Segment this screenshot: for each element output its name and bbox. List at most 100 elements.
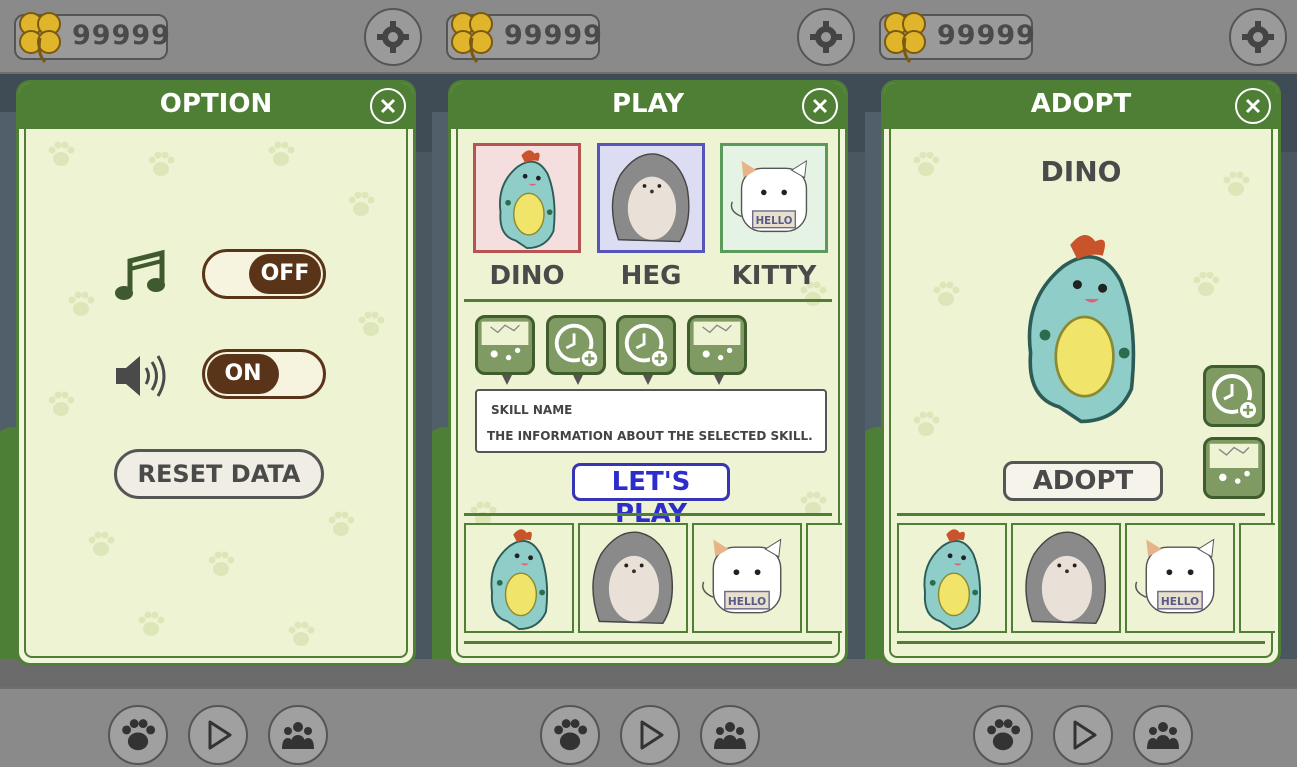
nav-play-button[interactable] <box>1053 705 1113 765</box>
settings-button[interactable] <box>797 8 855 66</box>
kitty-image: HELLO <box>730 160 808 233</box>
panel-header: OPTION <box>19 83 413 129</box>
skill-info-box: SKILL NAME THE INFORMATION ABOUT THE SEL… <box>475 389 827 453</box>
skill-slot-4[interactable] <box>687 315 747 375</box>
kitty-sign-text: HELLO <box>756 216 793 227</box>
bottom-nav <box>0 687 432 767</box>
group-icon <box>714 722 746 749</box>
clover-icon <box>884 12 926 64</box>
cracked-egg-icon <box>1209 443 1259 485</box>
paw-icon <box>148 151 175 176</box>
dino-image <box>490 528 549 631</box>
nav-pets-button[interactable] <box>108 705 168 765</box>
coin-counter: 99999 <box>446 12 602 64</box>
music-toggle-state: OFF <box>249 254 321 294</box>
skill-slot-1[interactable] <box>475 315 535 375</box>
paw-icon <box>48 391 75 416</box>
character-name-kitty: KITTY <box>731 261 817 291</box>
clover-icon <box>451 12 493 64</box>
character-name-dino: DINO <box>489 261 565 291</box>
nav-community-button[interactable] <box>268 705 328 765</box>
skill-pointer <box>714 375 724 385</box>
close-icon <box>380 98 396 114</box>
divider <box>464 513 832 516</box>
paw-icon <box>987 719 1021 751</box>
nav-play-button[interactable] <box>188 705 248 765</box>
paw-icon <box>358 311 385 336</box>
dino-image <box>1027 233 1136 424</box>
group-icon <box>1147 722 1179 749</box>
panel-header: PLAY <box>451 83 845 129</box>
skill-slot-2[interactable] <box>546 315 606 375</box>
kitty-sign-text: HELLO <box>1161 596 1199 608</box>
paw-icon <box>554 719 588 751</box>
roster-item-kitty[interactable]: HELLO <box>1125 523 1235 633</box>
coin-counter: 99999 <box>879 12 1036 64</box>
bottom-nav <box>865 687 1297 767</box>
hedgehog-image <box>592 531 674 625</box>
settings-button[interactable] <box>364 8 422 66</box>
skill-pointer <box>502 375 512 385</box>
skill-slot-time[interactable] <box>1203 365 1265 427</box>
character-card-dino[interactable] <box>473 143 581 253</box>
reset-data-button[interactable]: RESET DATA <box>114 449 324 499</box>
close-button[interactable] <box>370 88 406 124</box>
character-card-kitty[interactable]: HELLO <box>720 143 828 253</box>
adopt-button[interactable]: ADOPT <box>1003 461 1163 501</box>
lets-play-button[interactable]: LET'S PLAY <box>572 463 730 529</box>
roster-item-partial[interactable] <box>806 523 842 633</box>
panel-body: OFF ON RESET DATA <box>24 129 408 658</box>
dino-image <box>923 528 982 631</box>
settings-button[interactable] <box>1229 8 1287 66</box>
skill-slot-3[interactable] <box>616 315 676 375</box>
divider <box>464 641 832 644</box>
coin-value: 99999 <box>937 20 1036 51</box>
kitty-image: HELLO <box>702 538 782 614</box>
paw-icon <box>328 511 355 536</box>
adopt-panel: ADOPT DINO ADOPT HELLO <box>881 80 1281 666</box>
coin-value: 99999 <box>72 20 171 51</box>
clover-icon <box>19 12 61 64</box>
option-screen: 99999 OPTION OFF ON RESET DATA <box>0 0 432 767</box>
paw-icon <box>913 411 940 436</box>
paw-icon <box>88 531 115 556</box>
roster-item-kitty[interactable]: HELLO <box>692 523 802 633</box>
pet-roster: HELLO <box>897 523 1275 635</box>
paw-icon <box>208 551 235 576</box>
skill-pointer <box>573 375 583 385</box>
nav-community-button[interactable] <box>1133 705 1193 765</box>
paw-icon <box>1193 271 1220 296</box>
roster-item-dino[interactable] <box>897 523 1007 633</box>
play-panel: PLAY HELLO DINO HEG KITTY SKILL NAME THE… <box>448 80 848 666</box>
clock-plus-icon <box>624 323 671 370</box>
speaker-icon <box>116 355 166 397</box>
nav-pets-button[interactable] <box>973 705 1033 765</box>
close-button[interactable] <box>1235 88 1271 124</box>
panel-title: PLAY <box>611 89 685 119</box>
roster-item-partial[interactable] <box>1239 523 1275 633</box>
option-panel: OPTION OFF ON RESET DATA <box>16 80 416 666</box>
coin-counter: 99999 <box>14 12 171 64</box>
music-toggle[interactable]: OFF <box>202 249 326 299</box>
nav-community-button[interactable] <box>700 705 760 765</box>
paw-icon <box>122 719 156 751</box>
cracked-egg-icon <box>692 320 742 361</box>
skill-slot-egg[interactable] <box>1203 437 1265 499</box>
top-bar: 99999 <box>865 0 1297 74</box>
close-button[interactable] <box>802 88 838 124</box>
roster-item-heg[interactable] <box>1011 523 1121 633</box>
divider <box>464 299 832 302</box>
adopt-screen: 99999 ADOPT DINO ADOPT HELLO <box>865 0 1297 767</box>
sound-toggle[interactable]: ON <box>202 349 326 399</box>
nav-play-button[interactable] <box>620 705 680 765</box>
divider <box>897 513 1265 516</box>
character-card-heg[interactable] <box>597 143 705 253</box>
nav-pets-button[interactable] <box>540 705 600 765</box>
play-screen: 99999 PLAY HELLO DINO HEG KITTY SKILL NA… <box>432 0 865 767</box>
hedgehog-image <box>1025 531 1107 625</box>
roster-item-dino[interactable] <box>464 523 574 633</box>
roster-item-heg[interactable] <box>578 523 688 633</box>
play-icon <box>208 720 232 750</box>
play-icon <box>1073 720 1097 750</box>
sound-toggle-state: ON <box>207 354 279 394</box>
